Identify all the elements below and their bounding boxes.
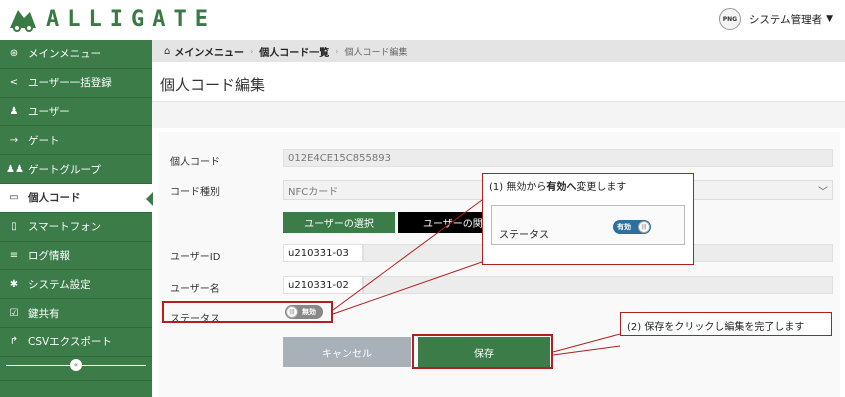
callout-step2: (2) 保存をクリックし編集を完了します	[620, 312, 832, 336]
logo-mark-icon	[8, 6, 38, 32]
card-icon: ▭	[9, 192, 19, 204]
sidebar-footer	[0, 380, 152, 397]
sidebar-item[interactable]: ▭ 個人コード	[0, 183, 153, 213]
type-label: コード種別	[170, 187, 220, 198]
user-id-label: ユーザーID	[170, 252, 221, 263]
sidebar-item-label: ゲート	[28, 134, 60, 147]
sidebar: ⊛ メインメニュー < ユーザー一括登録 ♟ ユーザー → ゲート ♟♟ ゲートグループ ▭ 個人コー…	[0, 40, 153, 397]
chevron-down-icon: ﹀	[818, 187, 828, 198]
user-icon: ♟	[9, 105, 19, 117]
toggle-knob-icon: |||	[638, 221, 650, 233]
users-icon: ♟♟	[6, 163, 24, 175]
alligate-logo[interactable]: ALLIGATE	[8, 6, 216, 32]
preview-status-label: ステータス	[499, 230, 549, 241]
list-icon: ≡	[9, 249, 19, 261]
sidebar-item-label: 個人コード	[28, 192, 81, 205]
cancel-button[interactable]: キャンセル	[283, 337, 411, 367]
sidebar-collapse-toggle[interactable]: «	[6, 358, 146, 372]
collapse-icon[interactable]: «	[70, 359, 82, 371]
preview-toggle-on: 有効 |||	[613, 220, 651, 234]
sidebar-item-label: スマートフォン	[28, 221, 102, 234]
sidebar-item[interactable]: ↱ CSVエクスポート	[0, 328, 152, 357]
user-name-label: ユーザー名	[170, 284, 220, 295]
sidebar-item[interactable]: ☑ 鍵共有	[0, 299, 152, 328]
sidebar-item-label: ユーザー一括登録	[28, 77, 112, 90]
sidebar-item[interactable]: → ゲート	[0, 126, 152, 156]
preview-toggle-text: 有効	[617, 223, 631, 231]
dashboard-icon: ⊛	[9, 48, 19, 60]
brand-name: ALLIGATE	[46, 6, 216, 32]
header-band	[152, 102, 845, 128]
sidebar-item[interactable]: < ユーザー一括登録	[0, 69, 152, 98]
callout-preview: ステータス	[491, 205, 685, 245]
sidebar-item[interactable]: ≡ ログ情報	[0, 242, 152, 271]
home-icon: ⌂	[164, 45, 171, 57]
callout-step1: (1) 無効から有効へ変更します ステータス	[482, 173, 694, 265]
page-title: 個人コード編集	[160, 76, 266, 94]
sidebar-item[interactable]: ▯ スマートフォン	[0, 213, 152, 242]
user-menu[interactable]: PNG システム管理者 ▼	[718, 8, 833, 30]
gear-icon: ✱	[9, 278, 19, 290]
breadcrumb-parent[interactable]: 個人コード一覧	[259, 44, 329, 59]
callout-step1-text: (1) 無効から有効へ変更します	[489, 182, 627, 193]
sidebar-item-label: 鍵共有	[28, 307, 60, 320]
sidebar-item-label: ユーザー	[28, 105, 70, 118]
user-id-field[interactable]: u210331-03	[283, 244, 363, 262]
user-name-field-rest	[363, 276, 833, 294]
code-field: 012E4CE15C855893	[283, 149, 833, 167]
sidebar-item[interactable]: ⊛ メインメニュー	[0, 40, 152, 69]
breadcrumb: ⌂ メインメニュー › 個人コード一覧 › 個人コード編集	[152, 40, 845, 62]
save-highlight	[412, 334, 553, 369]
breadcrumb-separator-icon: ›	[335, 46, 339, 56]
top-bar: ALLIGATE PNG システム管理者 ▼	[0, 0, 845, 40]
breadcrumb-current: 個人コード編集	[344, 47, 408, 58]
sidebar-item[interactable]: ♟ ユーザー	[0, 98, 152, 127]
sidebar-item-label: ゲートグループ	[28, 163, 101, 176]
sign-in-icon: →	[9, 134, 19, 146]
mobile-icon: ▯	[11, 221, 17, 233]
avatar: PNG	[718, 8, 741, 30]
status-highlight	[162, 301, 333, 323]
select-user-button[interactable]: ユーザーの選択	[283, 212, 395, 233]
type-select-value: NFCカード	[288, 186, 339, 198]
sidebar-item[interactable]: ✱ システム設定	[0, 270, 152, 300]
code-label: 個人コード	[170, 157, 220, 168]
breadcrumb-separator-icon: ›	[250, 46, 254, 56]
share-arrow-icon: ↱	[9, 336, 19, 348]
user-name: システム管理者	[748, 13, 823, 26]
sidebar-item-label: メインメニュー	[28, 48, 102, 61]
sidebar-item-label: ログ情報	[28, 249, 70, 262]
share-icon: <	[9, 77, 19, 89]
sidebar-item-label: CSVエクスポート	[28, 336, 112, 349]
sidebar-item[interactable]: ♟♟ ゲートグループ	[0, 155, 152, 184]
sidebar-item-label: システム設定	[28, 278, 91, 291]
check-square-icon: ☑	[9, 307, 19, 319]
breadcrumb-home[interactable]: メインメニュー	[174, 44, 244, 59]
user-name-field[interactable]: u210331-02	[283, 276, 363, 294]
caret-down-icon: ▼	[826, 14, 833, 24]
